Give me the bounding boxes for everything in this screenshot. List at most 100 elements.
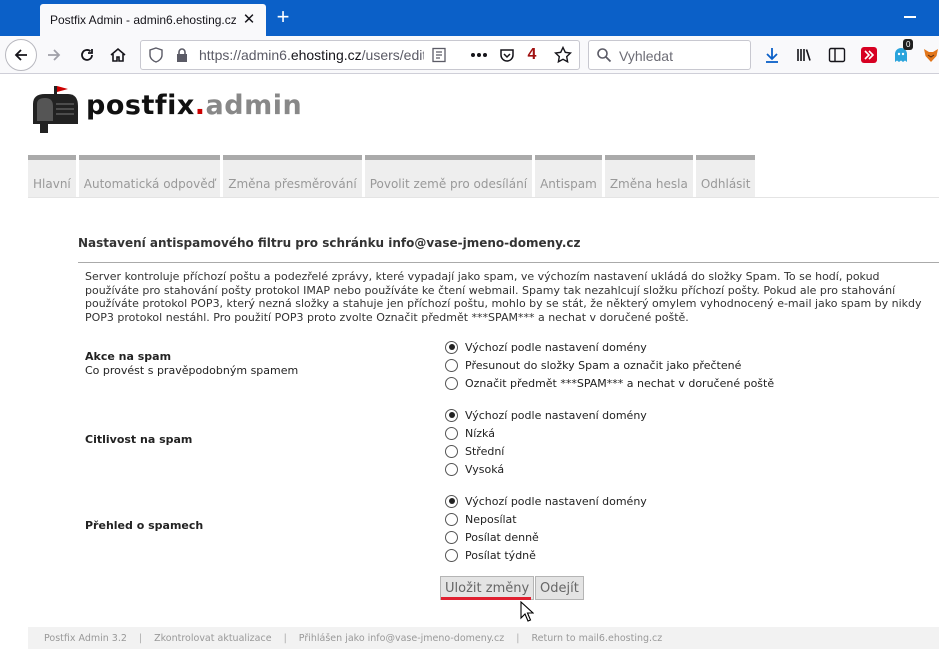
app-logo: postfix.admin bbox=[86, 90, 302, 121]
logo-part-postfix: postfix bbox=[86, 90, 195, 121]
option-label: Označit předmět ***SPAM*** a nechat v do… bbox=[465, 376, 775, 390]
option-label: Neposílat bbox=[465, 512, 517, 526]
navigation-toolbar: https://admin6.ehosting.cz/users/edit 4 … bbox=[0, 36, 939, 74]
spam-report-label: Přehled o spamech bbox=[85, 519, 204, 532]
intro-text: Server kontroluje příchozí poštu a podez… bbox=[85, 270, 922, 324]
radio-button[interactable] bbox=[445, 530, 458, 544]
option-label: Posílat týdně bbox=[465, 548, 536, 562]
footer-check-updates-link[interactable]: Zkontrolovat aktualizace bbox=[154, 633, 271, 644]
footer-separator: | bbox=[516, 632, 520, 644]
fox-extension-icon[interactable] bbox=[920, 44, 939, 66]
option-label: Střední bbox=[465, 444, 505, 458]
home-icon bbox=[110, 47, 126, 62]
mailbox-icon bbox=[28, 84, 88, 134]
url-suffix: /users/edit bbox=[361, 47, 424, 63]
report-option-default[interactable]: Výchozí podle nastavení domény bbox=[445, 493, 647, 509]
logo-dot: . bbox=[194, 90, 206, 121]
url-host: ehosting.cz bbox=[290, 47, 362, 63]
spam-action-option-default[interactable]: Výchozí podle nastavení domény bbox=[445, 339, 647, 355]
radio-button-selected[interactable] bbox=[445, 494, 458, 508]
title-divider bbox=[78, 262, 939, 263]
sensitivity-option-medium[interactable]: Střední bbox=[445, 443, 504, 459]
radio-button[interactable] bbox=[445, 512, 458, 526]
search-placeholder: Vyhledat bbox=[619, 48, 673, 64]
radio-button[interactable] bbox=[445, 462, 458, 476]
radio-button[interactable] bbox=[445, 358, 458, 372]
arrow-left-icon bbox=[14, 49, 27, 61]
radio-button-selected[interactable] bbox=[445, 340, 458, 354]
bookmark-star-icon[interactable] bbox=[552, 44, 574, 66]
option-label: Posílat denně bbox=[465, 530, 539, 544]
media-extension-icon[interactable] bbox=[858, 44, 880, 66]
spam-action-option-tag-subject[interactable]: Označit předmět ***SPAM*** a nechat v do… bbox=[445, 375, 774, 391]
url-text[interactable]: https://admin6.ehosting.cz/users/edit bbox=[199, 47, 424, 63]
new-tab-button[interactable]: + bbox=[272, 6, 294, 28]
sensitivity-label: Citlivost na spam bbox=[85, 433, 193, 446]
sensitivity-option-default[interactable]: Výchozí podle nastavení domény bbox=[445, 407, 647, 423]
mouse-cursor-icon bbox=[520, 601, 534, 622]
search-bar[interactable]: Vyhledat bbox=[588, 40, 751, 70]
spam-action-option-move[interactable]: Přesunout do složky Spam a označit jako … bbox=[445, 357, 741, 373]
menu-item-change-password[interactable]: Změna hesla bbox=[604, 155, 693, 197]
back-button[interactable] bbox=[5, 39, 37, 71]
report-option-daily[interactable]: Posílat denně bbox=[445, 529, 539, 545]
footer-separator: | bbox=[283, 632, 287, 644]
option-label: Přesunout do složky Spam a označit jako … bbox=[465, 358, 742, 372]
logo-part-admin: admin bbox=[205, 90, 303, 121]
save-button-highlight bbox=[441, 597, 531, 600]
footer-separator: | bbox=[138, 632, 143, 644]
tab-title: Postfix Admin - admin6.ehosting.cz bbox=[50, 13, 236, 27]
leave-button[interactable]: Odejít bbox=[535, 576, 584, 600]
home-button[interactable] bbox=[107, 44, 129, 66]
library-icon[interactable] bbox=[793, 44, 815, 66]
sensitivity-option-high[interactable]: Vysoká bbox=[445, 461, 504, 477]
radio-button[interactable] bbox=[445, 444, 458, 458]
page-footer: Postfix Admin 3.2 | Zkontrolovat aktuali… bbox=[28, 627, 939, 649]
menu-item-hlavni[interactable]: Hlavní bbox=[28, 155, 76, 197]
search-icon bbox=[593, 44, 615, 66]
footer-return-link[interactable]: Return to mail6.ehosting.cz bbox=[531, 633, 662, 644]
downloads-icon[interactable] bbox=[761, 44, 783, 66]
footer-logged-in-as: Přihlášen jako info@vase-jmeno-domeny.cz bbox=[298, 632, 505, 644]
radio-button[interactable] bbox=[445, 376, 458, 390]
reload-button[interactable] bbox=[76, 44, 98, 66]
spam-action-label: Akce na spam bbox=[85, 350, 172, 363]
sensitivity-option-low[interactable]: Nízká bbox=[445, 425, 495, 441]
main-menu: Hlavní Automatická odpověď Změna přesměr… bbox=[28, 155, 758, 197]
footer-version: Postfix Admin 3.2 bbox=[44, 632, 127, 644]
reader-view-icon[interactable] bbox=[428, 44, 450, 66]
menu-item-autoresponse[interactable]: Automatická odpověď bbox=[78, 155, 221, 197]
menu-item-logout[interactable]: Odhlásit bbox=[695, 155, 756, 197]
option-label: Nízká bbox=[465, 426, 495, 440]
forward-button[interactable] bbox=[43, 44, 65, 66]
report-option-never[interactable]: Neposílat bbox=[445, 511, 517, 527]
report-option-weekly[interactable]: Posílat týdně bbox=[445, 547, 536, 563]
menu-item-allowed-countries[interactable]: Povolit země pro odesílání bbox=[364, 155, 533, 197]
url-prefix: https://admin6. bbox=[199, 47, 291, 63]
option-label: Výchozí podle nastavení domény bbox=[465, 494, 647, 508]
option-label: Vysoká bbox=[465, 462, 505, 476]
radio-button-selected[interactable] bbox=[445, 408, 458, 422]
menu-item-forwarding[interactable]: Změna přesměrování bbox=[223, 155, 362, 197]
close-tab-icon[interactable]: ✕ bbox=[240, 10, 258, 28]
sidebar-icon[interactable] bbox=[826, 44, 848, 66]
arrow-right-icon bbox=[48, 49, 61, 61]
spam-action-description: Co provést s pravěpodobným spamem bbox=[85, 364, 299, 377]
menu-divider bbox=[28, 197, 939, 198]
lock-icon[interactable] bbox=[171, 44, 193, 66]
pocket-icon[interactable] bbox=[496, 44, 518, 66]
page-title: Nastavení antispamového filtru pro schrá… bbox=[78, 236, 581, 250]
address-bar[interactable]: https://admin6.ehosting.cz/users/edit 4 bbox=[140, 40, 580, 70]
shield-icon[interactable] bbox=[145, 44, 167, 66]
radio-button[interactable] bbox=[445, 426, 458, 440]
option-label: Výchozí podle nastavení domény bbox=[465, 408, 647, 422]
radio-button[interactable] bbox=[445, 548, 458, 562]
more-actions-icon[interactable] bbox=[468, 44, 490, 66]
extension-badge: 0 bbox=[903, 39, 914, 50]
option-label: Výchozí podle nastavení domény bbox=[465, 340, 647, 354]
browser-tab[interactable]: Postfix Admin - admin6.ehosting.cz ✕ bbox=[40, 4, 266, 36]
reload-icon bbox=[81, 49, 93, 61]
pocket-count: 4 bbox=[527, 46, 537, 63]
menu-item-antispam[interactable]: Antispam bbox=[535, 155, 602, 197]
minimize-window-icon[interactable] bbox=[904, 16, 916, 18]
